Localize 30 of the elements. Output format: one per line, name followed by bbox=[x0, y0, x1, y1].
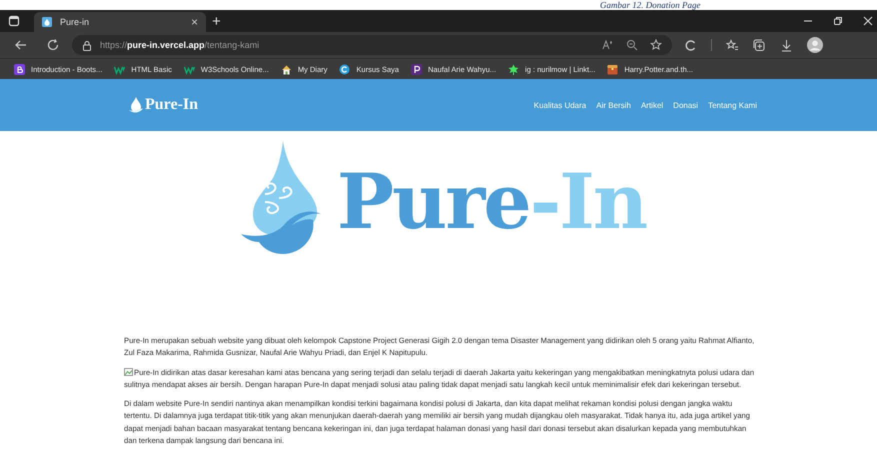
house-icon bbox=[280, 64, 292, 74]
url-text: https://pure-in.vercel.app/tentang-kami bbox=[100, 40, 260, 50]
back-arrow-icon[interactable] bbox=[14, 38, 28, 52]
tab-actions-icon[interactable] bbox=[8, 15, 20, 27]
logo-wordmark: Pure-In bbox=[336, 164, 646, 240]
restore-icon[interactable] bbox=[833, 16, 843, 26]
figure-caption: Gambar 12. Donation Page bbox=[599, 0, 702, 10]
close-icon[interactable] bbox=[863, 16, 873, 26]
download-icon[interactable] bbox=[780, 38, 793, 52]
droplet-icon bbox=[42, 17, 52, 27]
address-bar[interactable]: https://pure-in.vercel.app/tentang-kami bbox=[72, 35, 672, 55]
new-tab-button[interactable]: + bbox=[212, 12, 221, 30]
read-aloud-icon[interactable] bbox=[602, 39, 614, 51]
broken-image-icon bbox=[124, 368, 133, 376]
favorites-icon[interactable] bbox=[726, 38, 739, 52]
refresh-icon[interactable] bbox=[46, 38, 60, 52]
collections-icon[interactable] bbox=[753, 38, 766, 52]
droplet-logo-icon bbox=[128, 96, 144, 114]
browser-tab[interactable]: Pure-in × bbox=[34, 12, 206, 32]
sparkle-icon bbox=[508, 64, 520, 74]
letter-b-icon bbox=[14, 64, 25, 74]
treasure-chest-icon bbox=[607, 64, 618, 74]
profile-avatar-icon[interactable] bbox=[807, 37, 823, 53]
tab-title: Pure-in bbox=[60, 17, 90, 27]
close-tab-button[interactable]: × bbox=[190, 15, 198, 29]
c-logo-icon bbox=[339, 64, 350, 74]
lock-icon bbox=[82, 40, 92, 50]
favorite-star-icon[interactable] bbox=[650, 39, 662, 51]
p-logo-icon bbox=[410, 64, 422, 74]
zoom-out-icon[interactable] bbox=[626, 39, 638, 51]
